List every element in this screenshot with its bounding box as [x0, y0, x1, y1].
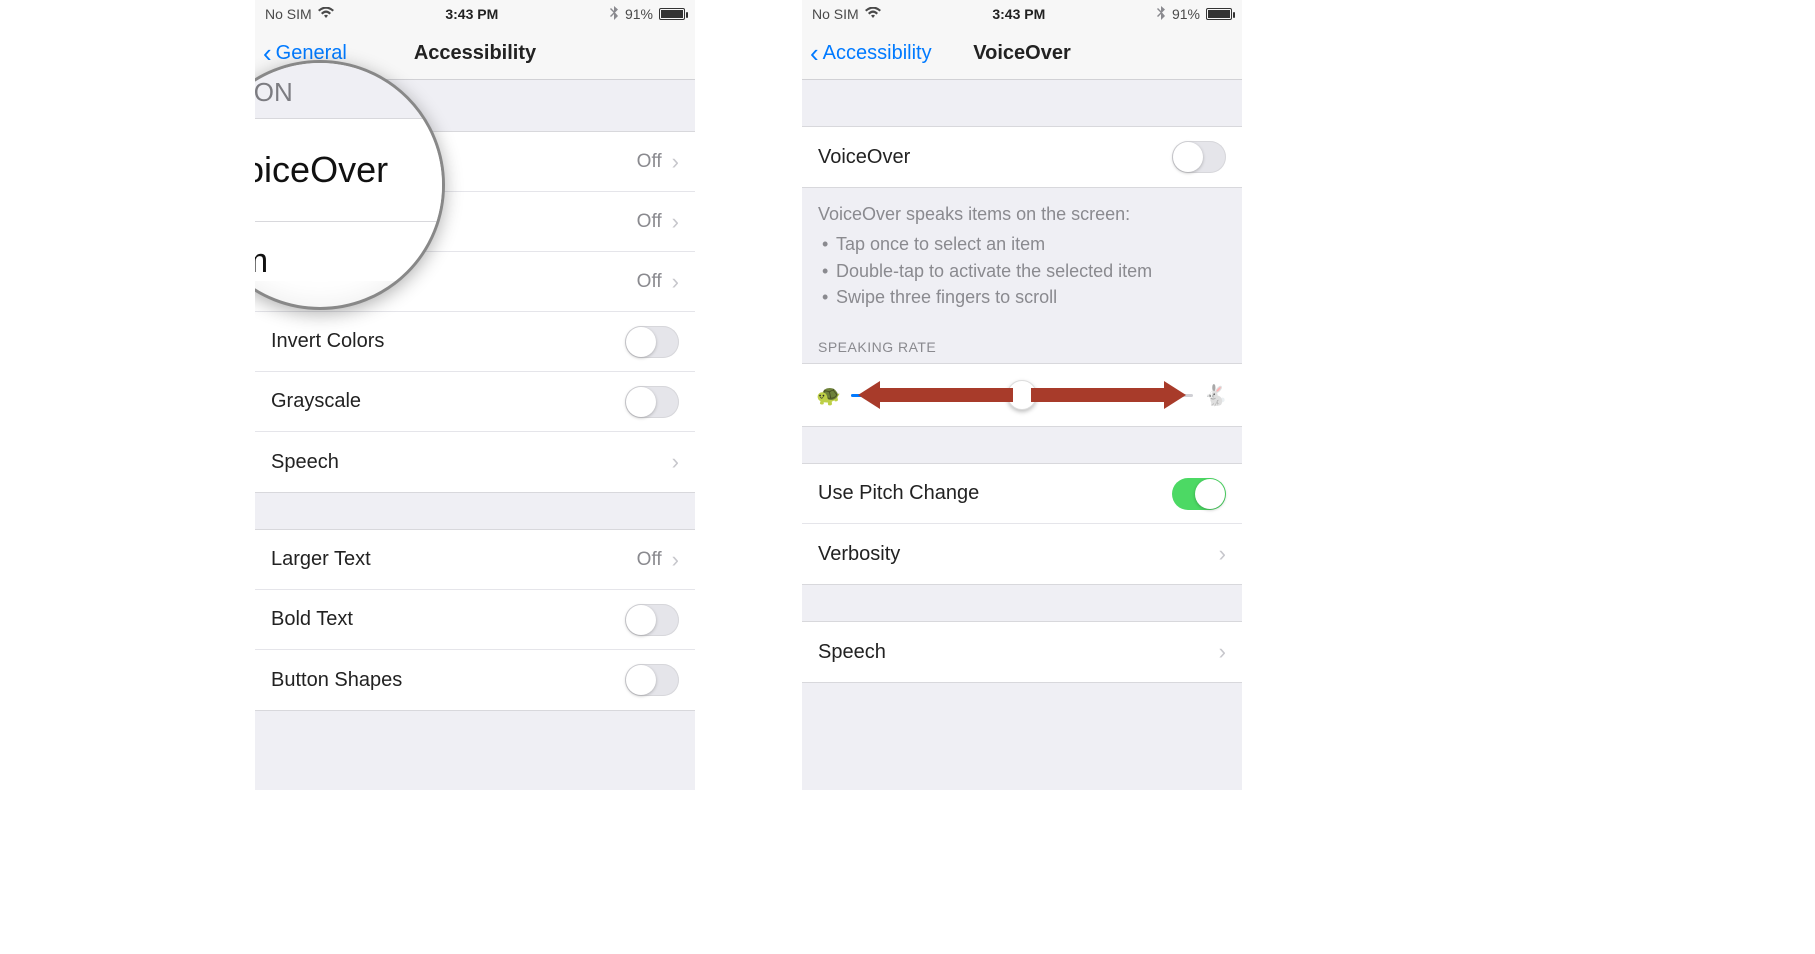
desc-item: Tap once to select an item [818, 232, 1226, 256]
tortoise-icon: 🐢 [816, 383, 841, 408]
back-button-accessibility[interactable]: ‹ Accessibility [810, 28, 932, 79]
chevron-right-icon: › [672, 547, 679, 573]
wifi-icon [318, 6, 334, 22]
desc-heading: VoiceOver speaks items on the screen: [818, 202, 1226, 226]
speaking-rate-slider-row: 🐢 🐇 [802, 363, 1242, 427]
row-button-shapes[interactable]: Button Shapes [255, 650, 695, 710]
row-speech[interactable]: Speech › [802, 622, 1242, 682]
switch-button-shapes[interactable] [625, 664, 679, 696]
row-label: Verbosity [818, 543, 900, 566]
row-label: Speech [271, 451, 339, 474]
phone-voiceover: No SIM 3:43 PM 91% ‹ Accessibility Voice… [802, 0, 1242, 790]
pitch-verbosity-group: Use Pitch Change Verbosity › [802, 463, 1242, 585]
row-label: Button Shapes [271, 669, 402, 692]
switch-bold-text[interactable] [625, 604, 679, 636]
wifi-icon [865, 6, 881, 22]
row-voiceover-toggle[interactable]: VoiceOver [802, 127, 1242, 187]
row-label: VoiceOver [818, 146, 910, 169]
switch-invert-colors[interactable] [625, 326, 679, 358]
back-label: Accessibility [823, 42, 932, 65]
carrier-label: No SIM [265, 6, 312, 22]
battery-icon [659, 8, 685, 20]
carrier-label: No SIM [812, 6, 859, 22]
status-bar: No SIM 3:43 PM 91% [255, 0, 695, 28]
row-invert-colors[interactable]: Invert Colors [255, 312, 695, 372]
row-value: Off [637, 151, 662, 173]
switch-voiceover[interactable] [1172, 141, 1226, 173]
row-larger-text[interactable]: Larger Text Off › [255, 530, 695, 590]
row-label: Invert Colors [271, 330, 384, 353]
battery-pct-label: 91% [625, 6, 653, 22]
section-gap [802, 427, 1242, 463]
chevron-right-icon: › [1219, 639, 1226, 665]
lens-partial-text: om [255, 222, 442, 281]
clock-label: 3:43 PM [992, 6, 1045, 22]
battery-pct-label: 91% [1172, 6, 1200, 22]
chevron-right-icon: › [672, 149, 679, 175]
status-bar: No SIM 3:43 PM 91% [802, 0, 1242, 28]
chevron-right-icon: › [672, 209, 679, 235]
row-label: Grayscale [271, 390, 361, 413]
page-title: Accessibility [414, 42, 536, 65]
desc-item: Swipe three fingers to scroll [818, 285, 1226, 309]
lens-voiceover-label: VoiceOver [255, 118, 442, 222]
section-gap [255, 493, 695, 529]
row-grayscale[interactable]: Grayscale [255, 372, 695, 432]
row-speech[interactable]: Speech › [255, 432, 695, 492]
clock-label: 3:43 PM [445, 6, 498, 22]
row-label: Use Pitch Change [818, 482, 979, 505]
row-value: Off [637, 549, 662, 571]
row-label: Bold Text [271, 608, 353, 631]
row-label: Larger Text [271, 548, 371, 571]
phone-accessibility: No SIM 3:43 PM 91% ‹ General Accessibili… [255, 0, 695, 790]
page-title: VoiceOver [973, 42, 1070, 65]
voiceover-toggle-group: VoiceOver [802, 126, 1242, 188]
voiceover-description: VoiceOver speaks items on the screen: Ta… [802, 188, 1242, 321]
row-use-pitch-change[interactable]: Use Pitch Change [802, 464, 1242, 524]
section-gap [802, 585, 1242, 621]
bluetooth-icon [610, 6, 619, 23]
chevron-right-icon: › [672, 449, 679, 475]
row-verbosity[interactable]: Verbosity › [802, 524, 1242, 584]
lens-heading-partial: ISION [255, 63, 442, 118]
section-gap [802, 80, 1242, 126]
row-value: Off [637, 271, 662, 293]
row-label: Speech [818, 641, 886, 664]
switch-grayscale[interactable] [625, 386, 679, 418]
bluetooth-icon [1157, 6, 1166, 23]
row-bold-text[interactable]: Bold Text [255, 590, 695, 650]
switch-use-pitch-change[interactable] [1172, 478, 1226, 510]
speech-group: Speech › [802, 621, 1242, 683]
chevron-right-icon: › [1219, 541, 1226, 567]
magnifier-lens-overlay: ISION VoiceOver om [255, 60, 445, 310]
rabbit-icon: 🐇 [1203, 383, 1228, 408]
battery-icon [1206, 8, 1232, 20]
slider-knob[interactable] [1007, 380, 1037, 410]
chevron-right-icon: › [672, 269, 679, 295]
section-header-speaking-rate: SPEAKING RATE [802, 321, 1242, 363]
text-group: Larger Text Off › Bold Text Button Shape… [255, 529, 695, 711]
row-value: Off [637, 211, 662, 233]
speaking-rate-slider[interactable] [851, 394, 1193, 397]
chevron-left-icon: ‹ [810, 38, 819, 69]
nav-bar: ‹ Accessibility VoiceOver [802, 28, 1242, 80]
desc-item: Double-tap to activate the selected item [818, 259, 1226, 283]
